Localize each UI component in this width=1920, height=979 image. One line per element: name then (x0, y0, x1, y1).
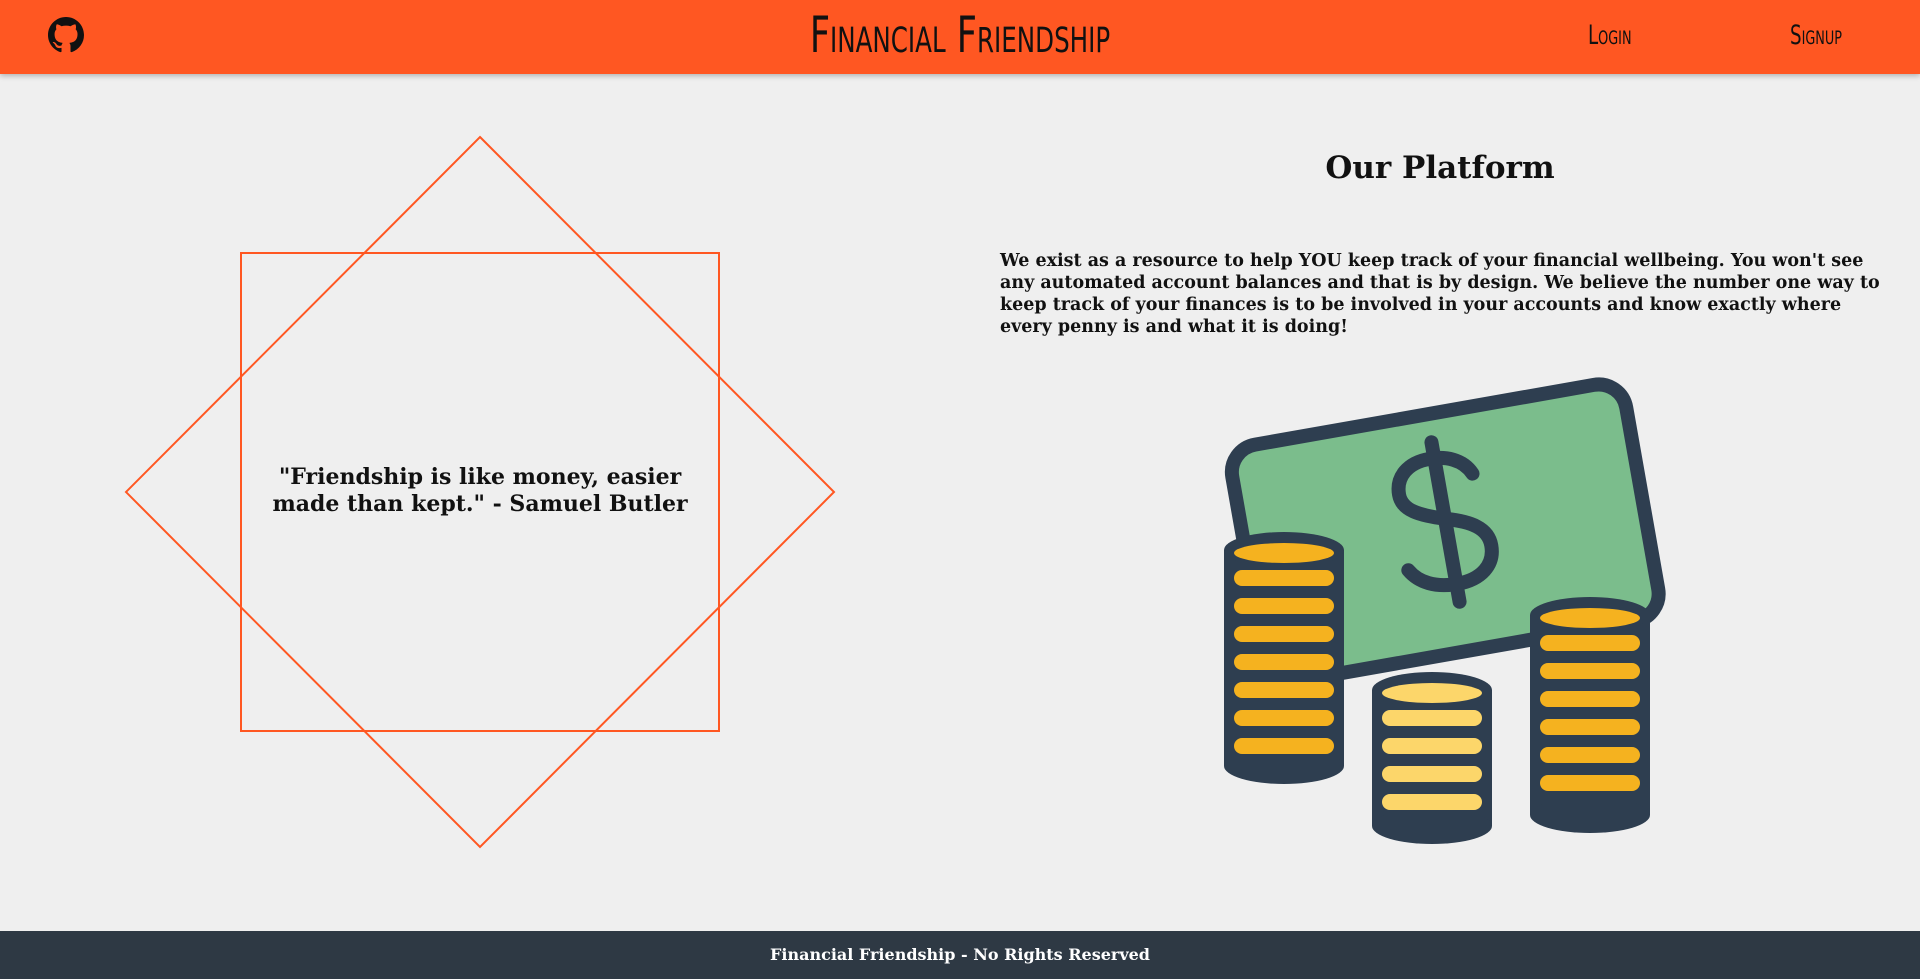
site-brand: Financial Friendship (809, 6, 1111, 64)
signup-link[interactable]: Signup (1790, 20, 1842, 51)
github-link[interactable] (48, 17, 84, 53)
footer: Financial Friendship - No Rights Reserve… (0, 931, 1920, 979)
money-coins-icon (1224, 377, 1666, 844)
quote-text: "Friendship is like money, easier made t… (272, 464, 688, 517)
quote-section: "Friendship is like money, easier made t… (120, 130, 840, 850)
platform-title: Our Platform (1325, 150, 1555, 186)
github-icon (48, 17, 84, 53)
login-link[interactable]: Login (1588, 20, 1632, 51)
platform-description: We exist as a resource to help YOU keep … (1000, 251, 1880, 337)
navbar: Financial Friendship Login Signup (0, 0, 1920, 74)
